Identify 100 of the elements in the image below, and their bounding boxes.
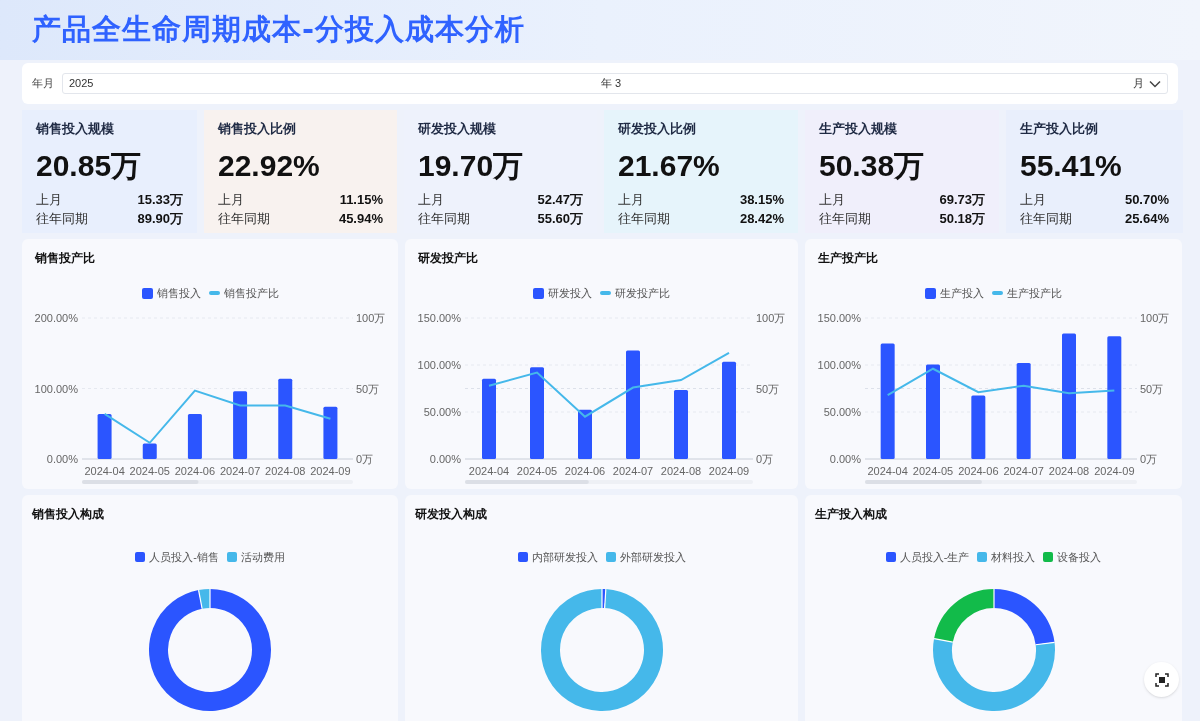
legend-label: 人员投入-生产 [899, 550, 970, 565]
axis-label: 50.00% [823, 405, 861, 418]
chart-title: 研发投入构成 [415, 506, 487, 523]
axis-label: 50.00% [423, 405, 461, 418]
kpi-row-value: 38.15% [739, 191, 784, 209]
axis-label: 0.00% [429, 452, 461, 465]
kpi-row-value: 50.18万 [939, 210, 985, 228]
kpi-row-label: 往年同期 [36, 210, 88, 228]
axis-label: 2024-05 [516, 464, 558, 477]
kpi-value: 50.38万 [819, 148, 926, 184]
legend-label: 生产投产比 [1007, 286, 1062, 301]
axis-label: 2024-06 [958, 464, 999, 477]
kpi-row-label: 往年同期 [618, 210, 670, 228]
axis-label: 2024-08 [660, 464, 702, 477]
kpi-value: 55.41% [1020, 148, 1123, 184]
axis-label: 100.00% [817, 358, 861, 371]
legend-label: 研发投入 [548, 286, 592, 301]
legend-label: 人员投入-销售 [149, 550, 219, 565]
axis-label: 2024-09 [1094, 464, 1135, 477]
axis-label: 2024-05 [912, 464, 954, 477]
legend-label: 生产投入 [940, 286, 984, 301]
kpi-row-value: 52.47万 [537, 191, 583, 209]
axis-label: 2024-07 [612, 464, 654, 477]
kpi-title: 销售投入规模 [36, 120, 115, 138]
scrollbar[interactable] [865, 479, 1137, 484]
chart-title: 生产投产比 [818, 250, 879, 267]
kpi-row-label: 上月 [819, 191, 845, 209]
axis-label: 100万 [356, 311, 386, 324]
kpi-title: 生产投入比例 [1020, 120, 1099, 138]
axis-label: 2024-04 [867, 464, 908, 477]
chevron-down-icon [1149, 79, 1161, 88]
axis-label: 0万 [356, 452, 374, 465]
axis-label: 2024-06 [174, 464, 216, 477]
axis-label: 2024-06 [564, 464, 606, 477]
legend-label: 活动费用 [240, 550, 285, 565]
legend-label: 设备投入 [1057, 550, 1102, 565]
legend-label: 内部研发投入 [531, 550, 598, 565]
bar [971, 395, 986, 459]
axis-label: 2024-08 [1048, 464, 1090, 477]
kpi-value: 19.70万 [418, 148, 525, 184]
bar [674, 389, 688, 459]
kpi-row-label: 往年同期 [418, 210, 470, 228]
filter-label: 年月 [32, 76, 54, 92]
axis-label: 50万 [356, 382, 380, 394]
kpi-row-label: 往年同期 [218, 210, 270, 228]
legend-label: 销售投入 [156, 286, 201, 301]
chart-title: 研发投产比 [418, 250, 479, 267]
legend-label: 材料投入 [991, 550, 1036, 565]
kpi-row-value: 25.64% [1124, 210, 1169, 228]
axis-label: 0万 [756, 452, 774, 465]
chart-title: 生产投入构成 [815, 506, 887, 523]
kpi-title: 销售投入比例 [218, 120, 297, 138]
axis-label: 0万 [1140, 452, 1158, 465]
axis-label: 100.00% [417, 358, 461, 371]
bar [233, 390, 248, 459]
kpi-row-value: 69.73万 [939, 191, 985, 209]
axis-label: 0.00% [829, 452, 861, 465]
chart-title: 销售投产比 [35, 250, 96, 267]
kpi-row-value: 50.70% [1124, 191, 1169, 209]
dashboard-title: 产品全生命周期成本-分投入成本分析 [32, 11, 526, 49]
bar [323, 406, 338, 459]
axis-label: 2024-07 [219, 464, 261, 477]
bar [97, 413, 112, 459]
kpi-value: 20.85万 [36, 148, 143, 184]
axis-label: 100.00% [34, 382, 78, 394]
bar [142, 443, 157, 459]
kpi-row-value: 28.42% [739, 210, 784, 228]
axis-label: 150.00% [417, 311, 461, 324]
bar [187, 413, 202, 459]
kpi-value: 22.92% [218, 148, 321, 184]
axis-label: 2024-04 [84, 464, 125, 477]
axis-label: 2024-05 [129, 464, 170, 477]
kpi-row-label: 上月 [218, 191, 244, 209]
kpi-row-label: 往年同期 [819, 210, 871, 228]
month-picker[interactable]: 2025 年 3 月 [62, 73, 1168, 94]
scrollbar[interactable] [465, 479, 753, 484]
axis-label: 50万 [1140, 382, 1164, 394]
axis-label: 100万 [756, 311, 786, 324]
kpi-row-value: 45.94% [338, 210, 383, 228]
axis-label: 2024-09 [310, 464, 351, 477]
axis-label: 0.00% [46, 452, 78, 465]
axis-label: 100万 [1140, 311, 1170, 324]
axis-label: 150.00% [817, 311, 861, 324]
axis-label: 50万 [756, 382, 780, 394]
kpi-row-label: 往年同期 [1020, 210, 1072, 228]
axis-label: 200.00% [34, 311, 78, 324]
kpi-row-value: 11.15% [339, 191, 383, 209]
kpi-row-label: 上月 [36, 191, 62, 209]
axis-label: 2024-04 [468, 464, 510, 477]
kpi-row-label: 上月 [618, 191, 644, 209]
kpi-title: 研发投入规模 [418, 120, 497, 138]
kpi-title: 生产投入规模 [819, 120, 898, 138]
kpi-row-value: 55.60万 [537, 210, 583, 228]
chart-title: 销售投入构成 [32, 506, 104, 523]
kpi-title: 研发投入比例 [618, 120, 697, 138]
kpi-row-value: 89.90万 [137, 210, 183, 228]
kpi-row-label: 上月 [1020, 191, 1046, 209]
scrollbar[interactable] [82, 479, 353, 484]
axis-label: 2024-08 [265, 464, 306, 477]
axis-label: 2024-07 [1003, 464, 1044, 477]
